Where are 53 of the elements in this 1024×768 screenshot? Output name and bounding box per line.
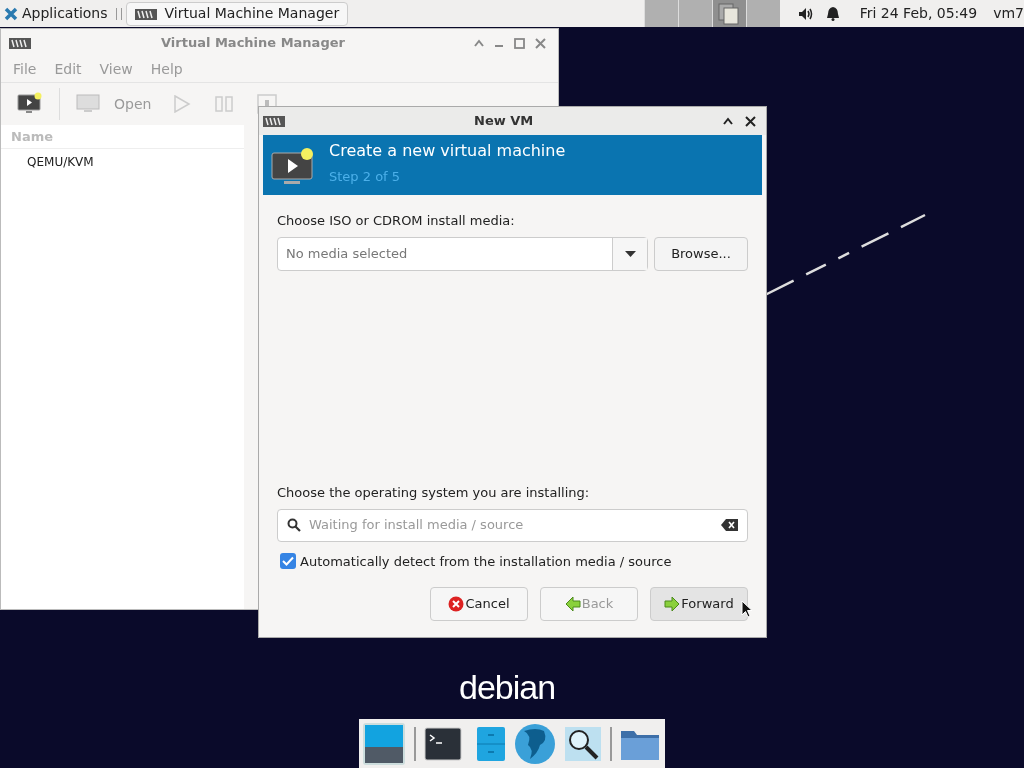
user-name[interactable]: vm7 — [993, 3, 1024, 24]
step-label: Step 2 of 5 — [329, 168, 402, 186]
dialog-heading: Create a new virtual machine — [329, 141, 566, 161]
left-arrow-icon — [564, 596, 581, 612]
debian-logo: debian — [459, 668, 556, 706]
app-icon — [263, 114, 285, 128]
menu-item[interactable]: Help — [142, 59, 191, 80]
search-icon — [287, 518, 301, 532]
os-label: Choose the operating system you are installing: — [277, 484, 591, 502]
menu-item[interactable]: Edit — [46, 59, 90, 80]
list-item[interactable]: QEMU/KVM — [1, 153, 244, 173]
volume-icon[interactable] — [797, 6, 814, 21]
window-title: Virtual Machine Manager — [161, 34, 345, 53]
maximize-icon[interactable] — [514, 37, 525, 49]
app-icon — [9, 36, 31, 50]
menu-item[interactable]: File — [5, 59, 45, 80]
open-button[interactable]: Open — [76, 93, 152, 115]
mouse-cursor-icon — [741, 600, 753, 618]
dropdown-button[interactable] — [612, 237, 647, 270]
window-title: New VM — [474, 112, 534, 131]
forward-button[interactable]: Forward — [650, 587, 748, 621]
media-label: Choose ISO or CDROM install media: — [277, 212, 516, 230]
roll-up-icon[interactable] — [723, 117, 733, 125]
close-icon[interactable] — [745, 115, 756, 127]
menu-item[interactable]: View — [91, 59, 141, 80]
new-vm-icon[interactable] — [17, 92, 43, 116]
media-combo-box[interactable]: No media selected — [277, 236, 648, 271]
cancel-icon — [448, 596, 465, 612]
monitor-icon — [76, 94, 100, 114]
clock[interactable]: Fri 24 Feb, 05:49 — [859, 3, 978, 24]
desktop-icon[interactable] — [362, 721, 406, 766]
taskbar-button[interactable]: Virtual Machine Manager — [125, 1, 349, 26]
os-search-field[interactable]: Waiting for install media / source — [277, 508, 748, 542]
browse-button[interactable]: Browse... — [654, 236, 748, 271]
applications-menu[interactable]: Applications — [0, 0, 112, 27]
separator-handle — [115, 7, 122, 20]
terminal-icon[interactable] — [424, 726, 462, 761]
notification-bell-icon[interactable] — [825, 6, 840, 21]
search-app-icon[interactable] — [564, 725, 602, 762]
right-arrow-icon — [664, 596, 681, 612]
window-thumbnail-icon — [718, 2, 741, 25]
checkbox-label: Automatically detect from the installation media / source — [300, 552, 672, 571]
globe-icon[interactable] — [514, 722, 556, 765]
file-cabinet-icon[interactable] — [476, 725, 506, 762]
cancel-button[interactable]: Cancel — [430, 587, 528, 621]
workspace-button[interactable] — [711, 0, 746, 27]
workspace-button[interactable] — [745, 0, 780, 27]
new-vm-icon — [271, 147, 315, 187]
app-icon — [134, 6, 157, 21]
caret-icon — [624, 250, 636, 257]
clear-icon[interactable] — [721, 519, 738, 531]
xfce-icon — [4, 6, 18, 21]
checkbox[interactable] — [280, 553, 296, 570]
